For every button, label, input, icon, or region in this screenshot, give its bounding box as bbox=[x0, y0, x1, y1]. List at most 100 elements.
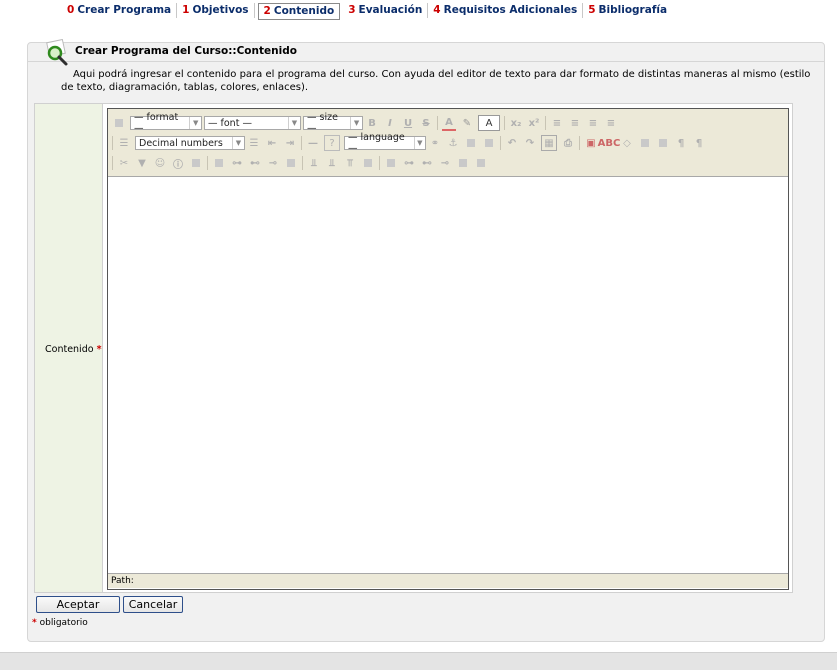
format-select-value: — format — bbox=[134, 112, 179, 134]
split-cells-icon[interactable] bbox=[284, 156, 298, 170]
link-icon[interactable]: ⚭ bbox=[428, 136, 442, 150]
paste-icon[interactable]: ▼ bbox=[135, 156, 149, 170]
tab-number: 0 bbox=[67, 4, 75, 16]
merge-cells-icon[interactable] bbox=[361, 156, 375, 170]
style-props-icon[interactable] bbox=[474, 156, 488, 170]
delete-col-icon[interactable]: ⫪ bbox=[343, 156, 357, 170]
toolbar-separator bbox=[504, 116, 505, 130]
toolbar-row-3: ✂ ▼ ☺ ⓘ ⊶ ⊷ ⊸ ⫫ ⫫ ⫪ ⊶ ⊷ ⊸ bbox=[112, 154, 492, 172]
tab-objetivos[interactable]: 1 Objetivos bbox=[177, 3, 255, 18]
tab-contenido[interactable]: 2 Contenido bbox=[257, 3, 341, 20]
table-icon[interactable]: ▦ bbox=[541, 135, 557, 151]
required-note-mark: * bbox=[32, 618, 37, 628]
cut-icon[interactable]: ✂ bbox=[117, 156, 131, 170]
format-select[interactable]: — format — ▼ bbox=[130, 112, 202, 134]
panel-title: Crear Programa del Curso::Contenido bbox=[75, 45, 297, 57]
strikethrough-icon[interactable]: S bbox=[419, 116, 433, 130]
help-icon[interactable]: ? bbox=[324, 135, 340, 151]
bold-icon[interactable]: B bbox=[365, 116, 379, 130]
language-select[interactable]: — language — ▼ bbox=[344, 132, 426, 154]
page-bottom-band bbox=[0, 652, 837, 670]
insert-col-after-icon[interactable]: ⫫ bbox=[325, 156, 339, 170]
font-color-swatch-icon[interactable]: A bbox=[478, 115, 500, 131]
tab-label: Objetivos bbox=[192, 4, 249, 16]
list-style-select[interactable]: Decimal numbers ▼ bbox=[135, 136, 245, 150]
tab-number: 2 bbox=[263, 5, 271, 17]
tab-crear-programa[interactable]: 0 Crear Programa bbox=[62, 3, 178, 18]
spellcheck-icon[interactable]: ABC bbox=[598, 136, 621, 150]
insert-layer-icon[interactable]: ⊶ bbox=[402, 156, 416, 170]
image-icon[interactable] bbox=[464, 136, 478, 150]
insert-col-before-icon[interactable]: ⫫ bbox=[307, 156, 321, 170]
eraser-icon[interactable]: ◇ bbox=[620, 136, 634, 150]
toolbar-separator bbox=[112, 136, 113, 150]
visual-aid-icon[interactable] bbox=[638, 136, 652, 150]
move-forward-icon[interactable]: ⊷ bbox=[420, 156, 434, 170]
italic-icon[interactable]: I bbox=[383, 116, 397, 130]
insert-date-icon[interactable] bbox=[189, 156, 203, 170]
required-note: * obligatorio bbox=[32, 618, 88, 628]
superscript-icon[interactable]: x² bbox=[527, 116, 541, 130]
toolbar-separator bbox=[379, 156, 380, 170]
required-mark: * bbox=[96, 344, 102, 355]
absolute-icon[interactable] bbox=[456, 156, 470, 170]
tab-requisitos-adicionales[interactable]: 4 Requisitos Adicionales bbox=[428, 3, 584, 18]
path-label: Path: bbox=[111, 576, 134, 586]
chevron-down-icon: ▼ bbox=[189, 117, 201, 129]
editor-content-area[interactable] bbox=[108, 177, 788, 573]
horizontal-rule-icon[interactable]: — bbox=[306, 136, 320, 150]
row-props-icon[interactable] bbox=[212, 156, 226, 170]
new-document-icon[interactable] bbox=[112, 116, 126, 130]
anchor-icon[interactable]: ⚓ bbox=[446, 136, 460, 150]
align-center-icon[interactable]: ≡ bbox=[568, 116, 582, 130]
chevron-down-icon: ▼ bbox=[288, 117, 300, 129]
outdent-icon[interactable]: ⇤ bbox=[265, 136, 279, 150]
size-select[interactable]: — size — ▼ bbox=[303, 112, 363, 134]
fullscreen-icon[interactable] bbox=[656, 136, 670, 150]
rtl-icon[interactable]: ¶ bbox=[692, 136, 706, 150]
accept-button[interactable]: Aceptar bbox=[36, 596, 120, 613]
editor-toolbar: — format — ▼ — font — ▼ — size — ▼ B I U S … bbox=[108, 109, 788, 177]
toolbar-separator bbox=[437, 116, 438, 130]
delete-row-icon[interactable]: ⊸ bbox=[266, 156, 280, 170]
font-select[interactable]: — font — ▼ bbox=[204, 116, 301, 130]
list-style-select-value: Decimal numbers bbox=[139, 137, 223, 149]
field-label-cell: Contenido * bbox=[35, 104, 103, 592]
cancel-button[interactable]: Cancelar bbox=[123, 596, 183, 613]
print-icon[interactable]: ⎙ bbox=[561, 136, 575, 150]
toolbar-separator bbox=[301, 136, 302, 150]
align-left-icon[interactable]: ≡ bbox=[550, 116, 564, 130]
ltr-icon[interactable]: ¶ bbox=[674, 136, 688, 150]
tab-number: 5 bbox=[588, 4, 596, 16]
tab-number: 1 bbox=[182, 4, 190, 16]
toolbar-row-1: — format — ▼ — font — ▼ — size — ▼ B I U S … bbox=[112, 112, 622, 134]
align-justify-icon[interactable]: ≡ bbox=[604, 116, 618, 130]
subscript-icon[interactable]: x₂ bbox=[509, 116, 523, 130]
paste-word-icon[interactable]: ▣ bbox=[584, 136, 598, 150]
redo-icon[interactable]: ↷ bbox=[523, 136, 537, 150]
tab-bibliografia[interactable]: 5 Bibliografía bbox=[583, 3, 672, 18]
media-icon[interactable] bbox=[482, 136, 496, 150]
text-color-icon[interactable]: A bbox=[442, 115, 456, 131]
bullet-list-icon[interactable]: ☰ bbox=[117, 136, 131, 150]
highlight-color-icon[interactable]: ✎ bbox=[460, 116, 474, 130]
cell-props-icon[interactable] bbox=[384, 156, 398, 170]
undo-icon[interactable]: ↶ bbox=[505, 136, 519, 150]
info-icon[interactable]: ⓘ bbox=[171, 156, 185, 171]
tab-label: Crear Programa bbox=[77, 4, 172, 16]
tab-number: 3 bbox=[348, 4, 356, 16]
unordered-list-icon[interactable]: ☰ bbox=[247, 136, 261, 150]
underline-icon[interactable]: U bbox=[401, 116, 415, 130]
chevron-down-icon: ▼ bbox=[350, 117, 362, 129]
emoticon-icon[interactable]: ☺ bbox=[153, 156, 167, 170]
move-backward-icon[interactable]: ⊸ bbox=[438, 156, 452, 170]
insert-row-before-icon[interactable]: ⊶ bbox=[230, 156, 244, 170]
tab-number: 4 bbox=[433, 4, 441, 16]
align-right-icon[interactable]: ≡ bbox=[586, 116, 600, 130]
wizard-tabs: 0 Crear Programa 1 Objetivos 2 Contenido 3E… bbox=[62, 3, 672, 20]
insert-row-after-icon[interactable]: ⊷ bbox=[248, 156, 262, 170]
indent-icon[interactable]: ⇥ bbox=[283, 136, 297, 150]
toolbar-row-2: ☰ Decimal numbers ▼ ☰ ⇤ ⇥ — ? — language … bbox=[112, 132, 710, 154]
toolbar-separator bbox=[207, 156, 208, 170]
tab-evaluacion[interactable]: 3 Evaluación bbox=[343, 3, 429, 18]
